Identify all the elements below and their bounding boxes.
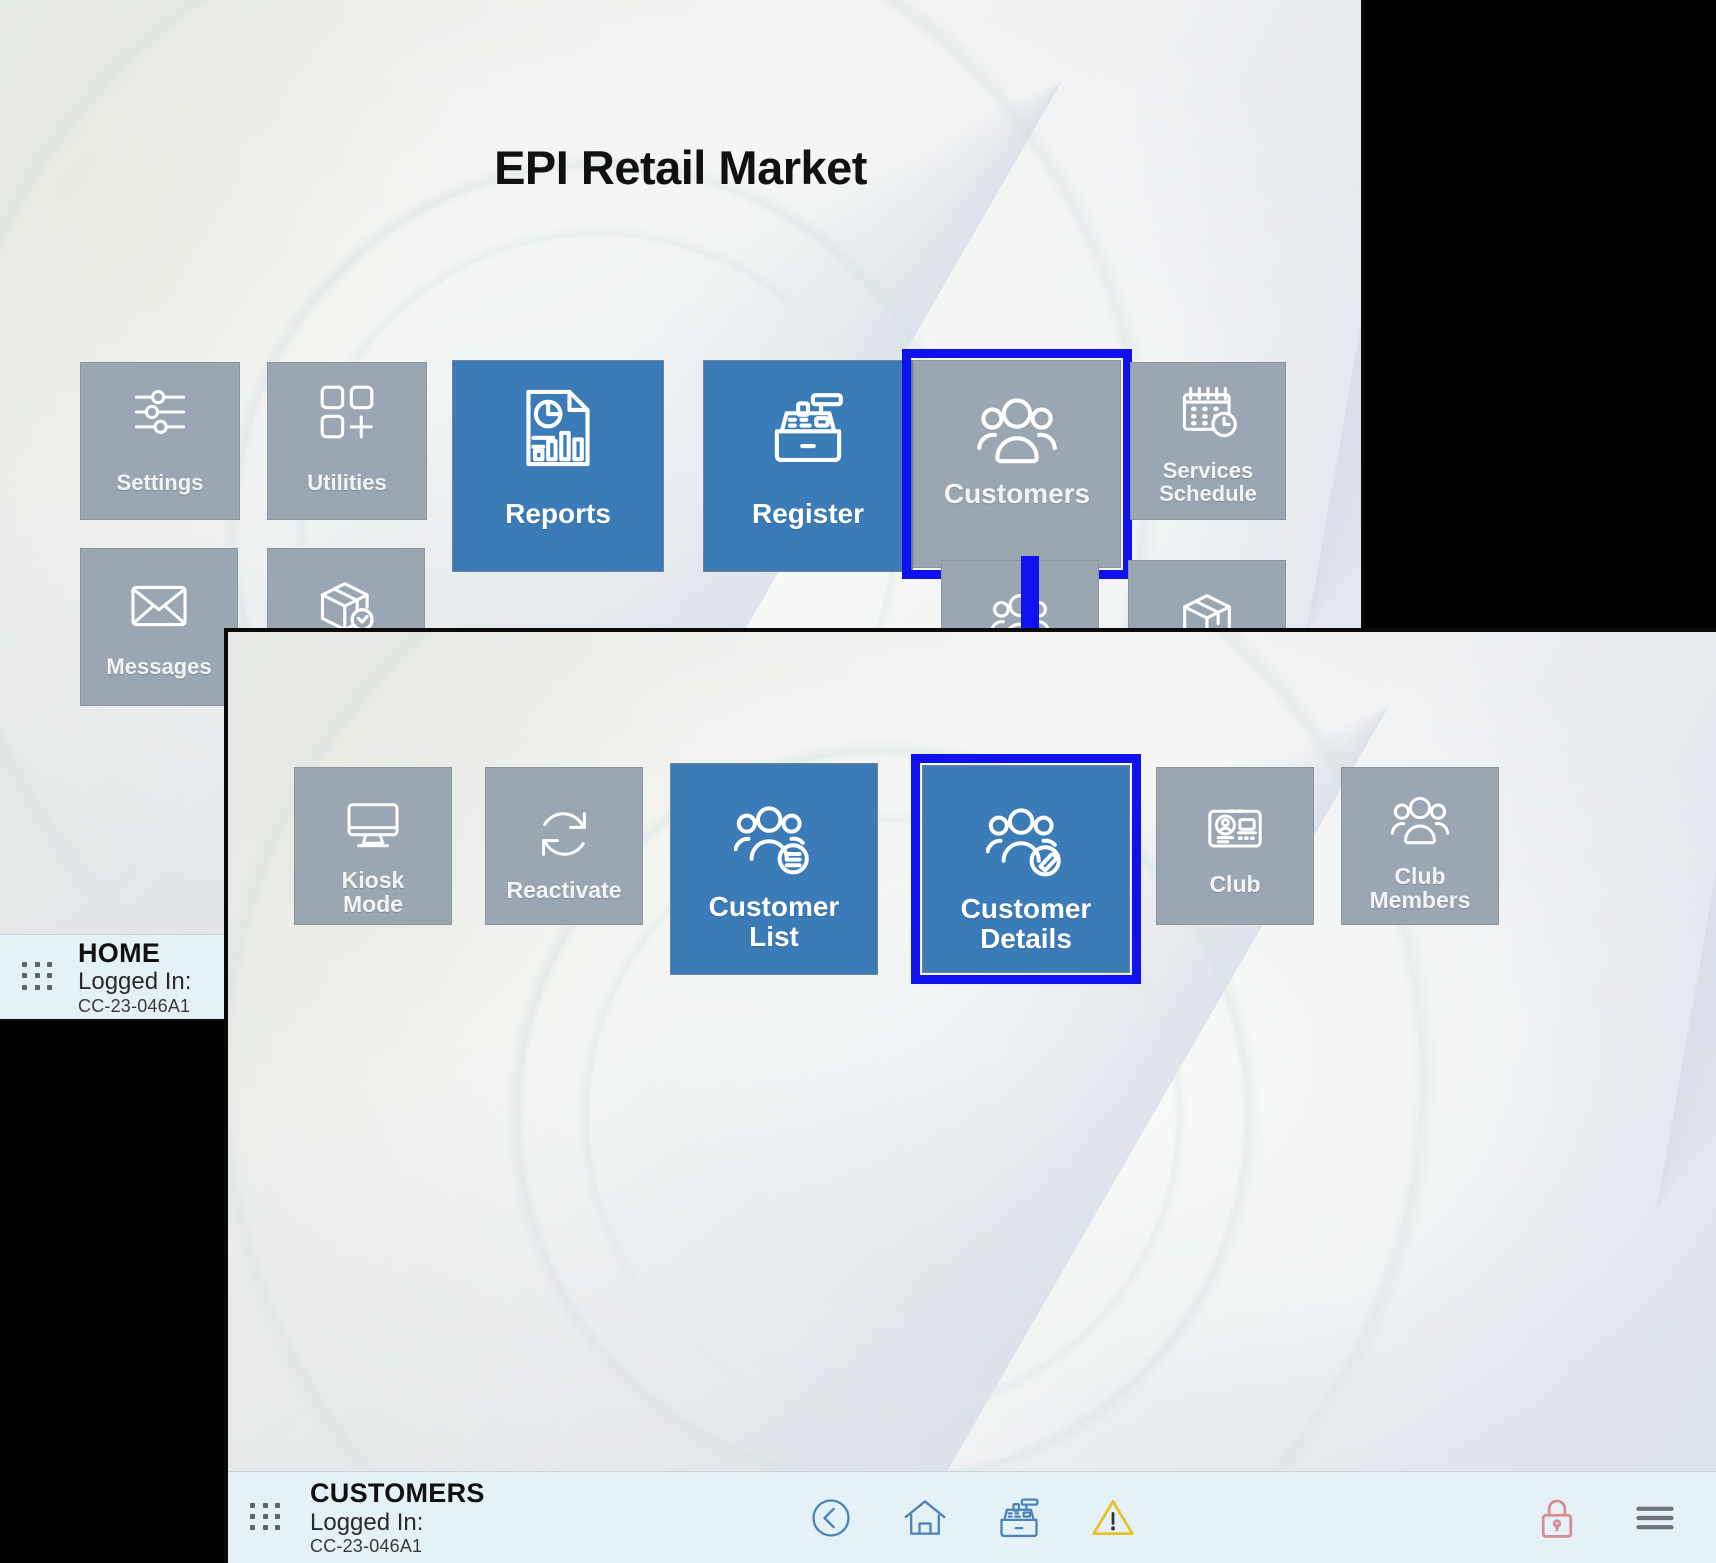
status-right-icons [1534,1495,1678,1541]
tile-label: Club Members [1369,863,1471,914]
tile-register[interactable]: Register [703,360,913,572]
status-title: HOME [78,937,161,968]
drag-grip-icon[interactable] [22,962,56,992]
screenshot-stage: EPI Retail Market Settings Utilities Repor… [0,0,1716,1563]
warning-alert-icon[interactable] [1090,1495,1136,1541]
tile-messages[interactable]: Messages [80,548,238,706]
tile-utilities[interactable]: Utilities [267,362,427,520]
tile-label: Utilities [307,470,387,495]
tile-label: Customer Details [960,893,1092,954]
hamburger-menu-icon[interactable] [1632,1495,1678,1541]
tile-customer-list[interactable]: Customer List [670,763,878,975]
sliders-icon [129,381,191,443]
status-terminal-code: CC-23-046A1 [78,995,191,1016]
customers-group-icon [976,389,1058,471]
status-title: CUSTOMERS [310,1478,485,1509]
tile-customer-details[interactable]: Customer Details [922,765,1130,973]
customers-status-text: CUSTOMERS Logged In: CC-23-046A1 [310,1478,485,1557]
tile-reports[interactable]: Reports [452,360,664,572]
tile-kiosk-mode[interactable]: Kiosk Mode [294,767,452,925]
status-terminal-code: CC-23-046A1 [310,1536,423,1557]
tile-club[interactable]: Club [1156,767,1314,925]
lock-icon[interactable] [1534,1495,1580,1541]
tile-label: Kiosk Mode [341,867,405,918]
report-chart-icon [517,387,599,469]
tile-customers[interactable]: Customers [913,360,1121,568]
page-title: EPI Retail Market [494,141,867,194]
tile-settings[interactable]: Settings [80,362,240,520]
tile-label: Reactivate [506,877,622,903]
back-icon[interactable] [808,1495,854,1541]
customers-edit-icon [986,800,1066,880]
status-center-icons [808,1495,1136,1541]
register-icon[interactable] [996,1495,1042,1541]
refresh-circular-icon [534,804,594,864]
home-status-text: HOME Logged In: CC-23-046A1 [78,938,191,1017]
tile-services-schedule[interactable]: Services Schedule [1130,362,1286,520]
tile-label: Settings [116,470,204,495]
cash-register-icon [767,387,849,469]
customers-window: Kiosk Mode Reactivate Customer List Customer D… [224,628,1716,1563]
app-grid-plus-icon [316,381,378,443]
tile-label: Club [1209,871,1261,897]
tile-label: Customer List [708,891,840,952]
tile-label: Services Schedule [1159,458,1257,507]
status-logged-in-label: Logged In: [78,968,192,996]
drag-grip-icon[interactable] [250,1502,284,1533]
customers-status-bar: CUSTOMERS Logged In: CC-23-046A1 [228,1471,1716,1563]
envelope-icon [128,575,190,637]
monitor-icon [343,794,403,854]
membership-card-icon [1205,798,1265,858]
status-logged-in-label: Logged In: [310,1508,424,1536]
tile-label: Reports [505,498,611,529]
customers-group-icon [1390,790,1450,850]
calendar-clock-icon [1177,381,1239,443]
tile-label: Register [751,498,865,529]
tile-club-members[interactable]: Club Members [1341,767,1499,925]
customers-list-icon [734,798,814,878]
tile-label: Messages [106,654,212,679]
tile-reactivate[interactable]: Reactivate [485,767,643,925]
home-icon[interactable] [902,1495,948,1541]
tile-label: Customers [943,478,1091,509]
